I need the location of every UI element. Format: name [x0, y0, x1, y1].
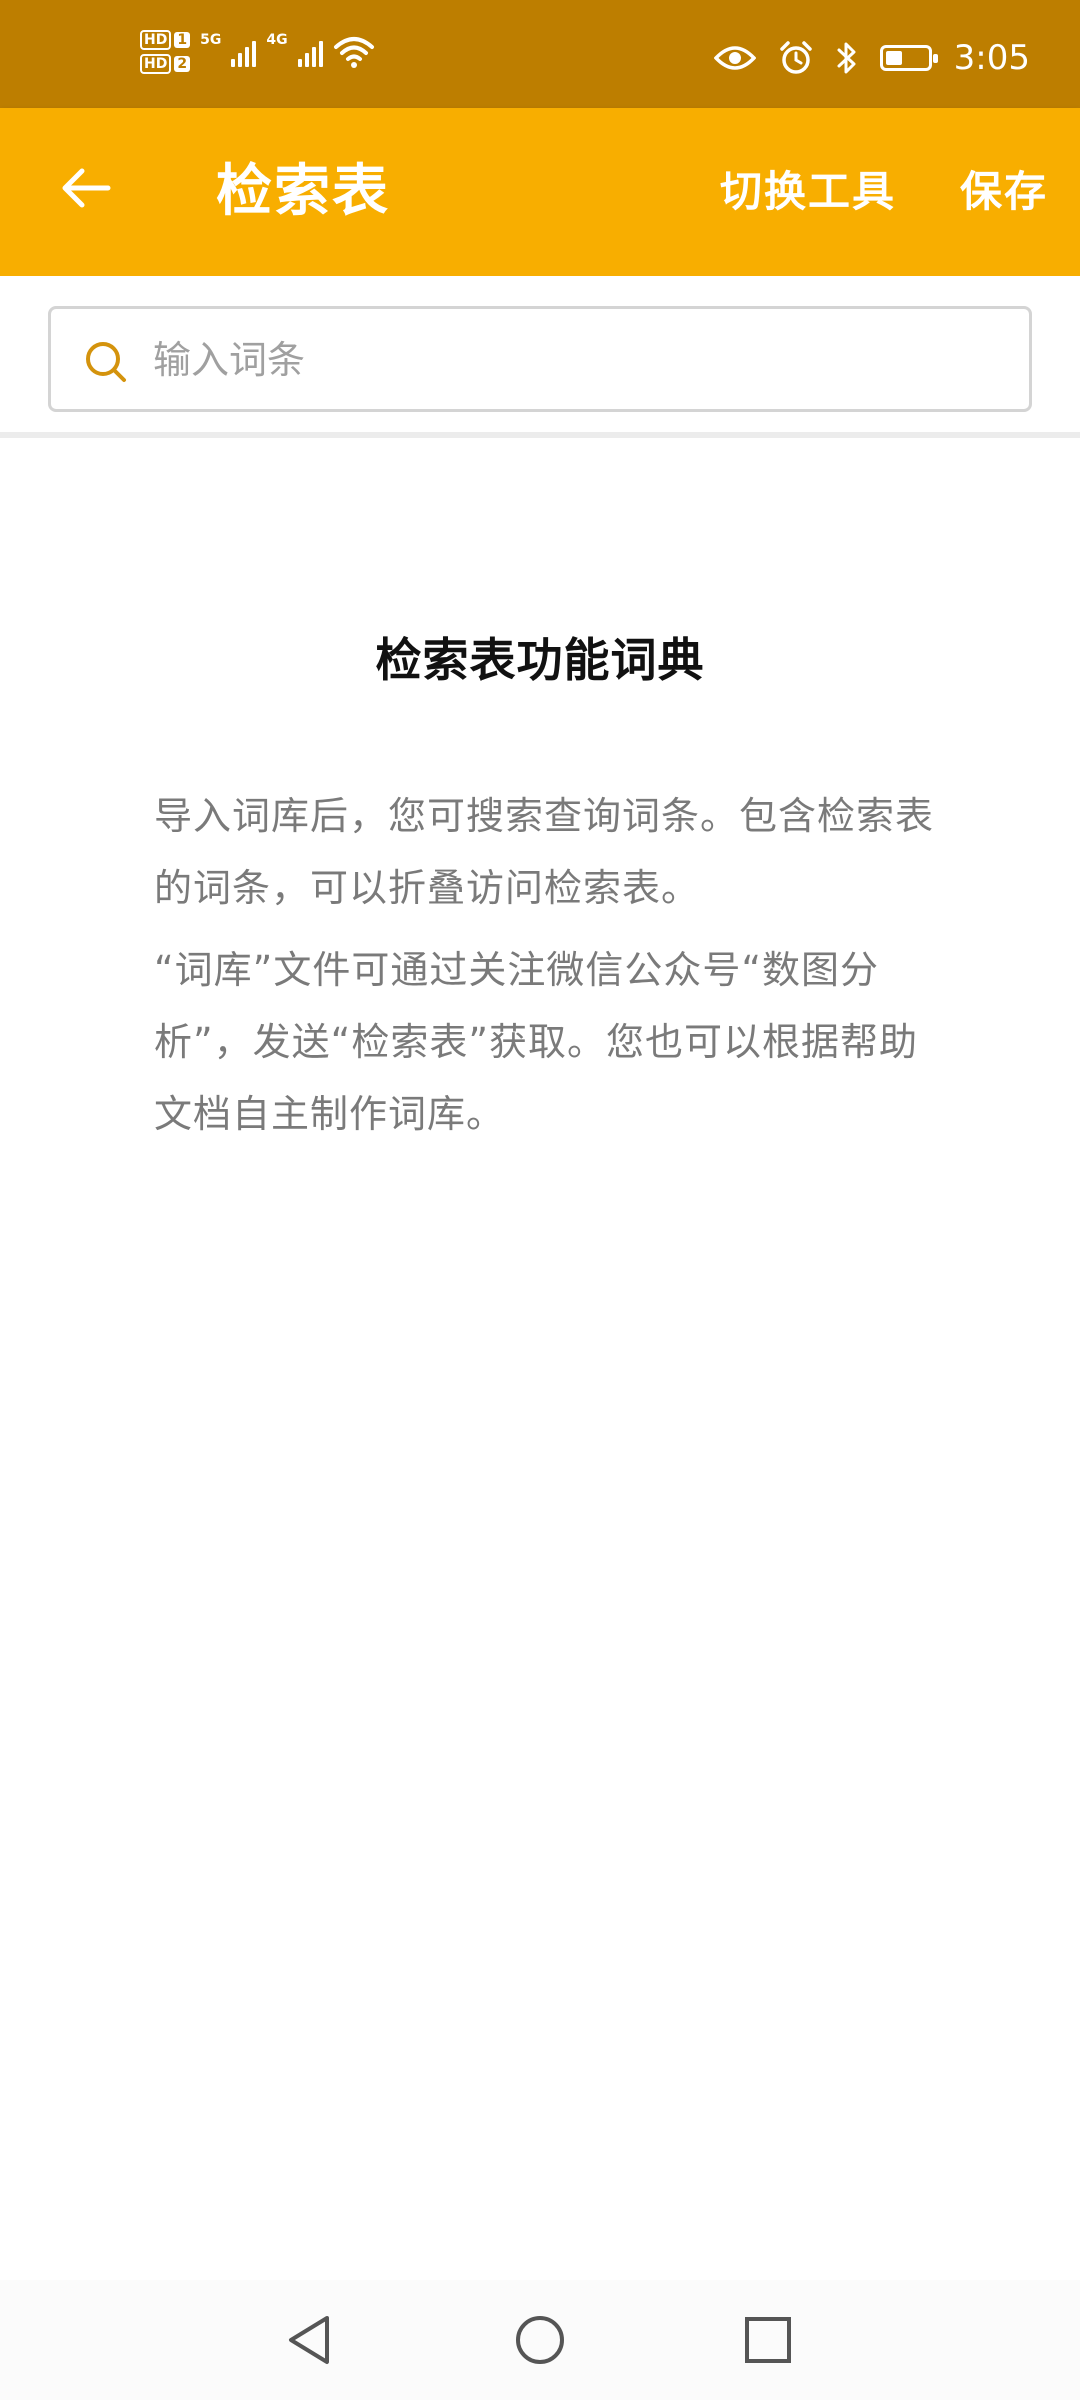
- app-bar: 检索表 切换工具 保存: [0, 108, 1080, 276]
- save-button[interactable]: 保存: [960, 166, 1048, 218]
- sim1-hd-badge: HD 1: [140, 30, 191, 50]
- signal1-icon: [231, 37, 257, 67]
- bluetooth-icon: [837, 42, 856, 74]
- wifi-icon: [333, 37, 374, 68]
- sim-indicators: HD 1 HD 2: [140, 30, 191, 74]
- sim2-hd-label: HD: [140, 54, 172, 74]
- system-nav-bar: [0, 2280, 1080, 2400]
- battery-icon: [879, 45, 938, 71]
- search-box[interactable]: [48, 306, 1032, 412]
- arrow-left-icon: [62, 168, 111, 208]
- search-icon: [86, 342, 126, 382]
- search-area: [0, 276, 1080, 436]
- search-input[interactable]: [151, 329, 1015, 391]
- triangle-back-icon: [289, 2316, 329, 2364]
- square-recents-icon: [745, 2317, 791, 2363]
- status-left-group: HD 1 HD 2 5G 4G: [140, 30, 375, 74]
- content-body: 导入词库后，您可搜索查询词条。包含检索表的词条，可以折叠访问检索表。 “词库”文…: [154, 780, 934, 1160]
- content-paragraph-2: “词库”文件可通过关注微信公众号“数图分析”，发送“检索表”获取。您也可以根据帮…: [154, 948, 919, 1136]
- sim2-hd-badge: HD 2: [140, 54, 191, 74]
- nav-home-button[interactable]: [498, 2298, 582, 2382]
- back-button[interactable]: [50, 152, 122, 224]
- circle-home-icon: [516, 2316, 564, 2364]
- nav-recents-button[interactable]: [726, 2298, 810, 2382]
- content-paragraph-1: 导入词库后，您可搜索查询词条。包含检索表的词条，可以折叠访问检索表。: [154, 794, 935, 910]
- sim1-hd-label: HD: [140, 30, 172, 50]
- eye-icon: [713, 46, 756, 70]
- status-bar: HD 1 HD 2 5G 4G 3:05: [0, 0, 1080, 108]
- sim2-number: 2: [174, 56, 191, 72]
- page-title: 检索表: [216, 159, 390, 224]
- sim1-number: 1: [174, 32, 191, 48]
- signal2-icon: [297, 37, 323, 67]
- network2-label: 4G: [266, 32, 288, 48]
- switch-tool-button[interactable]: 切换工具: [720, 166, 896, 218]
- nav-back-button[interactable]: [268, 2298, 352, 2382]
- alarm-icon: [779, 41, 812, 74]
- battery-level: [885, 51, 902, 65]
- divider: [0, 432, 1080, 438]
- content-title: 检索表功能词典: [375, 633, 705, 687]
- status-right-group: 3:05: [713, 38, 1030, 78]
- network1-label: 5G: [200, 32, 222, 48]
- status-time: 3:05: [953, 38, 1030, 78]
